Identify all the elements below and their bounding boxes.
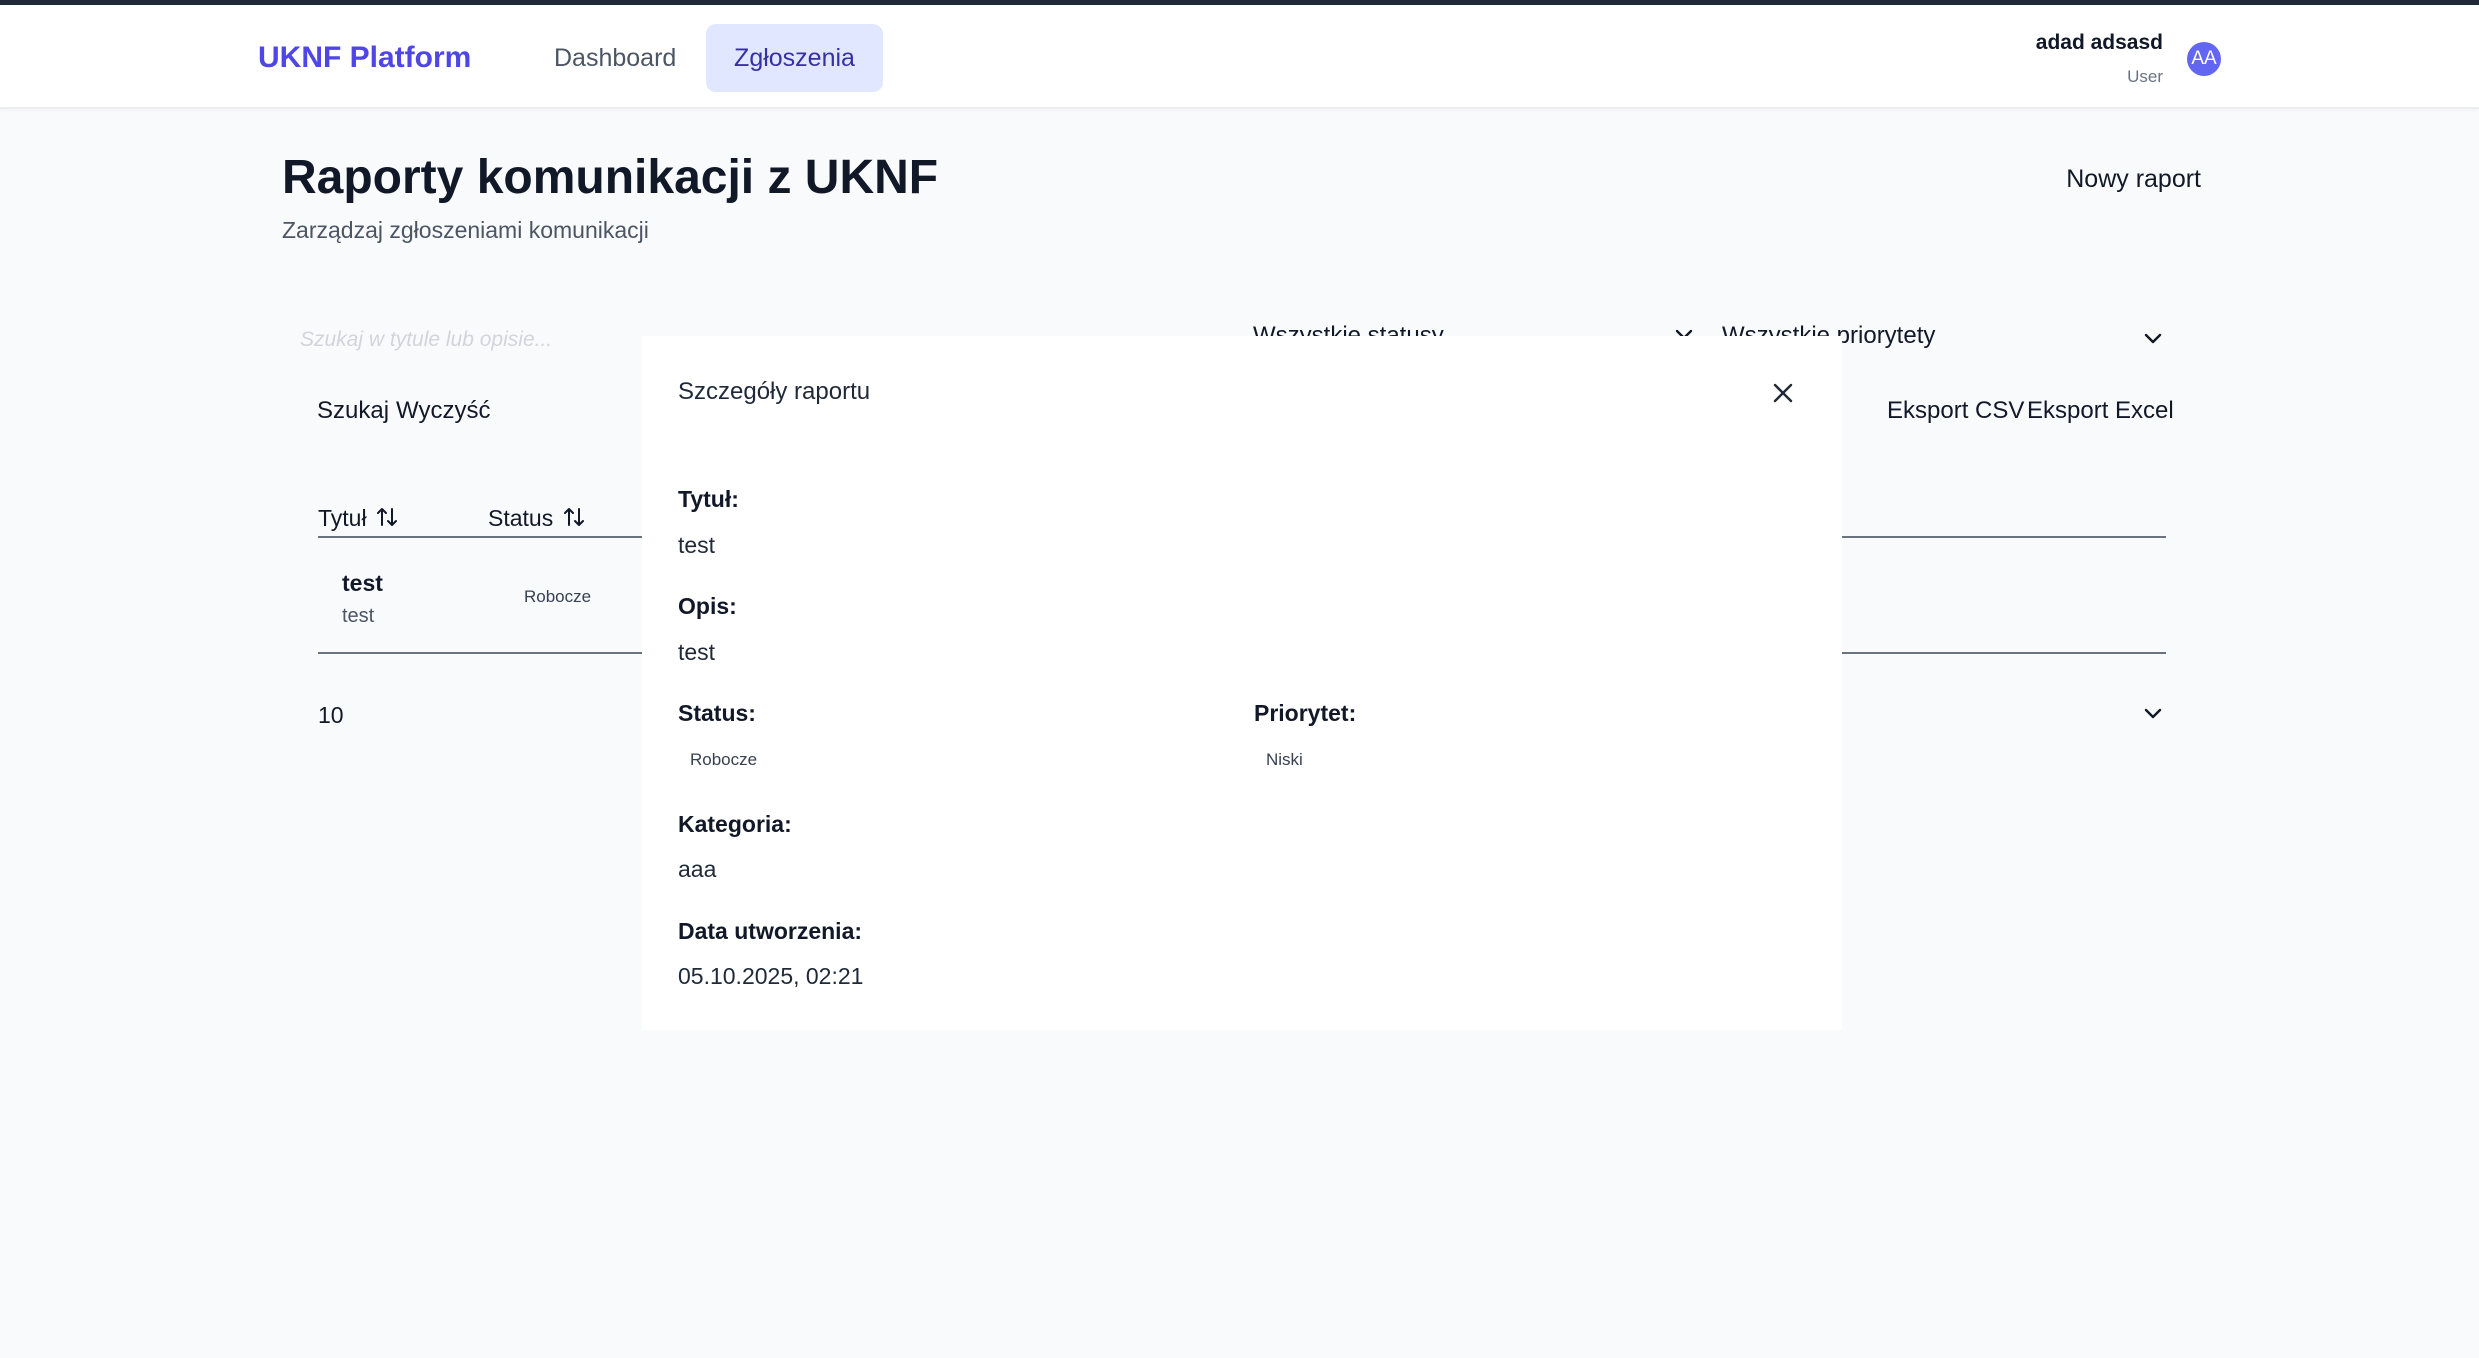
avatar[interactable]: AA xyxy=(2187,42,2221,76)
chevron-down-icon[interactable] xyxy=(2141,326,2165,350)
sort-icon[interactable] xyxy=(562,505,586,529)
sort-icon[interactable] xyxy=(375,505,399,529)
priority-badge: Niski xyxy=(1266,750,1303,769)
field-label-created: Data utworzenia: xyxy=(678,918,863,944)
field-label-description: Opis: xyxy=(678,593,737,619)
status-badge: Robocze xyxy=(690,750,758,769)
column-header-status[interactable]: Status xyxy=(488,505,586,532)
field-label-status: Status: xyxy=(678,700,756,726)
search-button[interactable]: Szukaj xyxy=(317,397,389,425)
column-header-title[interactable]: Tytuł xyxy=(318,505,399,532)
new-report-button[interactable]: Nowy raport xyxy=(2066,165,2201,194)
chevron-down-icon[interactable] xyxy=(2141,701,2165,725)
column-header-label: Tytuł xyxy=(318,505,367,531)
field-value-created: 05.10.2025, 02:21 xyxy=(678,963,864,989)
field-value-title: test xyxy=(678,532,716,558)
status-badge: Robocze xyxy=(524,587,592,606)
page-title: Raporty komunikacji z UKNF xyxy=(282,151,939,204)
modal-title: Szczegóły raportu xyxy=(678,378,871,405)
export-excel-button[interactable]: Eksport Excel xyxy=(2027,397,2174,425)
page-subtitle: Zarządzaj zgłoszeniami komunikacji xyxy=(282,217,649,243)
field-label-category: Kategoria: xyxy=(678,811,792,837)
field-label-title: Tytuł: xyxy=(678,486,739,512)
row-title: test xyxy=(342,570,383,596)
field-value-category: aaa xyxy=(678,856,717,882)
column-header-label: Status xyxy=(488,505,554,531)
user-role: User xyxy=(2127,67,2163,86)
row-description: test xyxy=(342,605,375,627)
field-value-description: test xyxy=(678,639,716,665)
field-label-priority: Priorytet: xyxy=(1254,700,1357,726)
export-csv-button[interactable]: Eksport CSV xyxy=(1887,397,2024,425)
close-icon[interactable] xyxy=(1768,378,1798,408)
brand-logo[interactable]: UKNF Platform xyxy=(258,41,471,75)
report-details-modal: Szczegóły raportu Tytuł: test Opis: test… xyxy=(642,336,1842,1030)
page-size-select[interactable]: 10 xyxy=(318,702,344,729)
app-header: UKNF Platform Dashboard Zgłoszenia adad … xyxy=(0,5,2479,109)
clear-button[interactable]: Wyczyść xyxy=(396,397,490,425)
user-name: adad adsasd xyxy=(2035,31,2163,54)
nav-dashboard[interactable]: Dashboard xyxy=(532,25,698,92)
nav-zgloszenia[interactable]: Zgłoszenia xyxy=(706,24,883,92)
